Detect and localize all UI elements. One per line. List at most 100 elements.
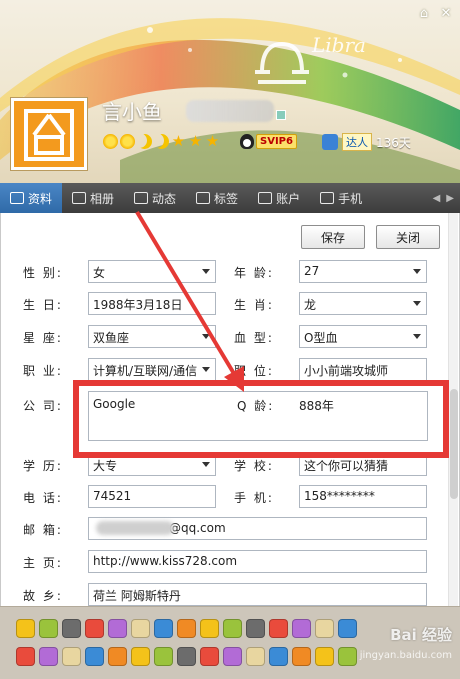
profile-header: Libra ⌂ ✕ 言小鱼 ★ ★ ★ SVIP6 达人 136天 <box>0 0 460 183</box>
feed-icon <box>134 192 149 204</box>
mobile-field[interactable]: 158******** <box>299 485 427 508</box>
hometown-field[interactable]: 荷兰 阿姆斯特丹 <box>88 583 427 606</box>
emoji-icon[interactable] <box>16 619 35 638</box>
daren-badge[interactable]: 达人 136天 <box>322 133 411 151</box>
q-age-value: 888年 <box>299 399 334 413</box>
star-icon: ★ <box>188 132 203 150</box>
avatar-glyph-icon <box>24 109 74 161</box>
emoji-icon[interactable] <box>131 647 150 666</box>
age-select[interactable]: 27 <box>299 260 427 283</box>
close-icon[interactable]: ✕ <box>438 6 454 22</box>
emoji-icon[interactable] <box>338 619 357 638</box>
emoji-icon[interactable] <box>246 647 265 666</box>
level-icons: ★ ★ ★ <box>103 134 220 149</box>
phone-label: 电 话: <box>23 491 63 505</box>
arrow-left-icon[interactable]: ◀ <box>433 193 441 204</box>
skin-icon[interactable]: ⌂ <box>416 6 432 22</box>
emoji-icon[interactable] <box>177 647 196 666</box>
wallet-icon <box>258 192 273 204</box>
emoji-icon[interactable] <box>223 647 242 666</box>
emoji-icon[interactable] <box>269 647 288 666</box>
blood-type-select[interactable]: O型血 <box>299 325 427 348</box>
emoji-icon[interactable] <box>338 647 357 666</box>
emoji-icon[interactable] <box>39 619 58 638</box>
scrollbar-thumb[interactable] <box>450 389 458 499</box>
star-icon: ★ <box>171 132 186 150</box>
tab-label: 手机 <box>338 191 363 206</box>
tab-label: 资料 <box>28 191 53 206</box>
hometown-label: 故 乡: <box>23 589 63 603</box>
window-controls: ⌂ ✕ <box>416 6 454 22</box>
tab-account[interactable]: 账户 <box>248 183 310 213</box>
tab-label: 标签 <box>214 191 239 206</box>
emoji-icon[interactable] <box>16 647 35 666</box>
emoji-icon[interactable] <box>154 647 173 666</box>
birthday-field[interactable]: 1988年3月18日 <box>88 292 216 315</box>
profile-form: 保存 关闭 性 别: 女 年 龄: 27 生 日: 1988年3月18日 生 肖… <box>0 213 460 606</box>
company-value: Google <box>93 397 136 411</box>
emoji-icon[interactable] <box>39 647 58 666</box>
moon-icon <box>137 134 152 149</box>
scrollbar[interactable] <box>448 213 458 606</box>
blurred-qq-number <box>186 100 274 122</box>
emoji-icon[interactable] <box>246 619 265 638</box>
education-select[interactable]: 大专 <box>88 453 216 476</box>
age-label: 年 龄: <box>234 266 274 280</box>
emoji-icon[interactable] <box>108 619 127 638</box>
company-field[interactable]: Google Q 龄: 888年 <box>88 391 428 441</box>
emoji-icon[interactable] <box>200 619 219 638</box>
tab-mobile[interactable]: 手机 <box>310 183 372 213</box>
emoji-icon[interactable] <box>177 619 196 638</box>
sun-icon <box>120 134 135 149</box>
emoji-icon[interactable] <box>62 619 81 638</box>
gender-label: 性 别: <box>23 266 63 280</box>
email-label: 邮 箱: <box>23 523 63 537</box>
zodiac-label: 生 肖: <box>234 298 274 312</box>
homepage-field[interactable]: http://www.kiss728.com <box>88 550 427 573</box>
tab-tags[interactable]: 标签 <box>186 183 248 213</box>
emoji-icon[interactable] <box>62 647 81 666</box>
phone-field[interactable]: 74521 <box>88 485 216 508</box>
emoji-icon[interactable] <box>131 619 150 638</box>
tab-feed[interactable]: 动态 <box>124 183 186 213</box>
tab-label: 动态 <box>152 191 177 206</box>
occupation-select[interactable]: 计算机/互联网/通信 <box>88 358 216 381</box>
close-button[interactable]: 关闭 <box>376 225 440 249</box>
position-field[interactable]: 小小前端攻城师 <box>299 358 427 381</box>
arrow-right-icon[interactable]: ▶ <box>446 193 454 204</box>
emoji-row <box>16 647 357 666</box>
constellation-label: 星 座: <box>23 331 63 345</box>
emoji-icon[interactable] <box>223 619 242 638</box>
tab-scroll-arrows: ◀ ▶ <box>427 183 460 213</box>
save-button[interactable]: 保存 <box>301 225 365 249</box>
tab-profile[interactable]: 资料 <box>0 183 63 213</box>
emoji-icon[interactable] <box>200 647 219 666</box>
education-label: 学 历: <box>23 459 63 473</box>
emoji-icon[interactable] <box>108 647 127 666</box>
emoji-icon[interactable] <box>154 619 173 638</box>
homepage-label: 主 页: <box>23 556 63 570</box>
gender-select[interactable]: 女 <box>88 260 216 283</box>
birthday-label: 生 日: <box>23 298 63 312</box>
q-age-label: Q 龄: <box>237 399 275 413</box>
emoji-icon[interactable] <box>269 619 288 638</box>
tab-album[interactable]: 相册 <box>62 183 124 213</box>
emoji-icon[interactable] <box>292 647 311 666</box>
emoji-icon[interactable] <box>315 619 334 638</box>
edit-profile-icon[interactable] <box>276 110 286 120</box>
sun-icon <box>103 134 118 149</box>
emoji-icon[interactable] <box>315 647 334 666</box>
school-field[interactable]: 这个你可以猜猜 <box>299 453 427 476</box>
company-label: 公 司: <box>23 399 63 413</box>
tab-label: 相册 <box>90 191 115 206</box>
constellation-select[interactable]: 双鱼座 <box>88 325 216 348</box>
emoji-icon[interactable] <box>85 647 104 666</box>
avatar[interactable] <box>10 97 88 171</box>
nickname: 言小鱼 <box>102 100 162 124</box>
svip-badge[interactable]: SVIP6 <box>240 134 297 149</box>
emoji-icon[interactable] <box>85 619 104 638</box>
zodiac-select[interactable]: 龙 <box>299 292 427 315</box>
school-label: 学 校: <box>234 459 274 473</box>
bookmark-icon <box>196 192 211 204</box>
emoji-icon[interactable] <box>292 619 311 638</box>
